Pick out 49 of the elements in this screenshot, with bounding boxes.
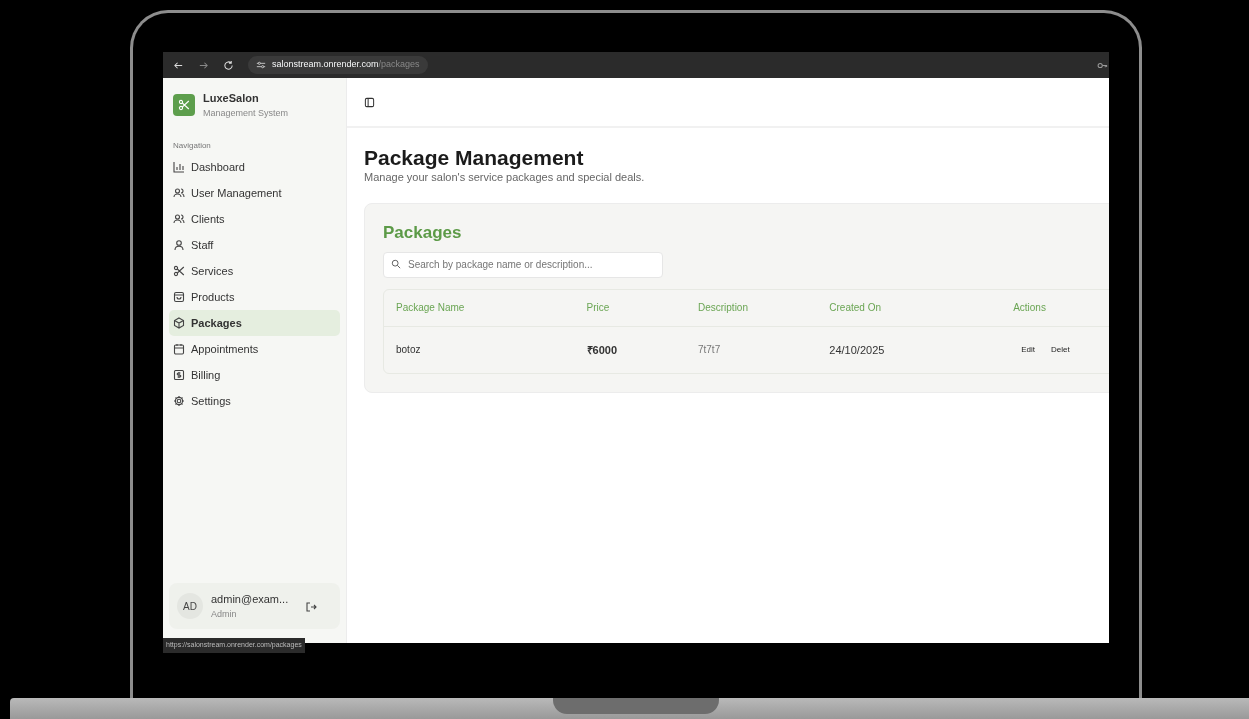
nav-item[interactable]: Services [169, 258, 340, 284]
table-cell: ₹6000 [574, 326, 686, 374]
address-bar[interactable]: salonstream.onrender.com/packages [248, 56, 428, 74]
nav-item[interactable]: Billing [169, 362, 340, 388]
column-header: Actions [1001, 290, 1109, 327]
nav-item[interactable]: Appointments [169, 336, 340, 362]
search-icon [391, 259, 401, 270]
url-text: salonstream.onrender.com/packages [272, 58, 420, 72]
logout-icon [305, 600, 318, 613]
users-icon [173, 213, 185, 225]
banknote-icon [173, 369, 185, 381]
table-cell: 7t7t7 [685, 326, 818, 374]
page-title: Package Management [364, 146, 585, 170]
user-icon [173, 239, 185, 251]
nav-item[interactable]: Staff [169, 232, 340, 258]
user-role: Admin [211, 607, 238, 621]
nav-item[interactable]: Dashboard [169, 154, 340, 180]
search-field[interactable]: Search by package name or description... [383, 251, 663, 278]
nav-item[interactable]: Settings [169, 388, 340, 414]
user-email: admin@exam... [211, 592, 289, 607]
scissors-icon [178, 99, 190, 111]
reload-icon [223, 59, 234, 71]
table-cell: botoz [384, 326, 575, 374]
column-header: Created On [817, 290, 1002, 327]
nav-item[interactable]: Products [169, 284, 340, 310]
delete-button[interactable]: Delet [1042, 342, 1078, 359]
nav-section-label: Navigation [172, 140, 212, 152]
column-header: Package Name [384, 290, 575, 327]
sidebar-icon [364, 97, 375, 109]
bar-chart-icon [173, 161, 185, 173]
calendar-icon [173, 343, 185, 355]
column-header: Description [685, 290, 818, 327]
page-subtitle: Manage your salon's service packages and special deals. [364, 170, 646, 186]
box-icon [173, 317, 185, 329]
scissors-icon [173, 265, 185, 277]
nav-item[interactable]: Clients [169, 206, 340, 232]
column-header: Price [574, 290, 686, 327]
site-settings-icon [256, 60, 266, 70]
avatar: AD [177, 593, 203, 619]
bag-icon [173, 291, 185, 303]
brand-name: LuxeSalon [203, 91, 260, 106]
nav-item[interactable]: User Management [169, 180, 340, 206]
edit-button[interactable]: Edit [1013, 342, 1043, 359]
users-icon [173, 187, 185, 199]
brand-subtitle: Management System [203, 106, 289, 120]
gear-icon [173, 395, 185, 407]
table-cell: 24/10/2025 [817, 326, 1002, 374]
card-title: Packages [383, 221, 463, 244]
nav-item[interactable]: Packages [169, 310, 340, 336]
